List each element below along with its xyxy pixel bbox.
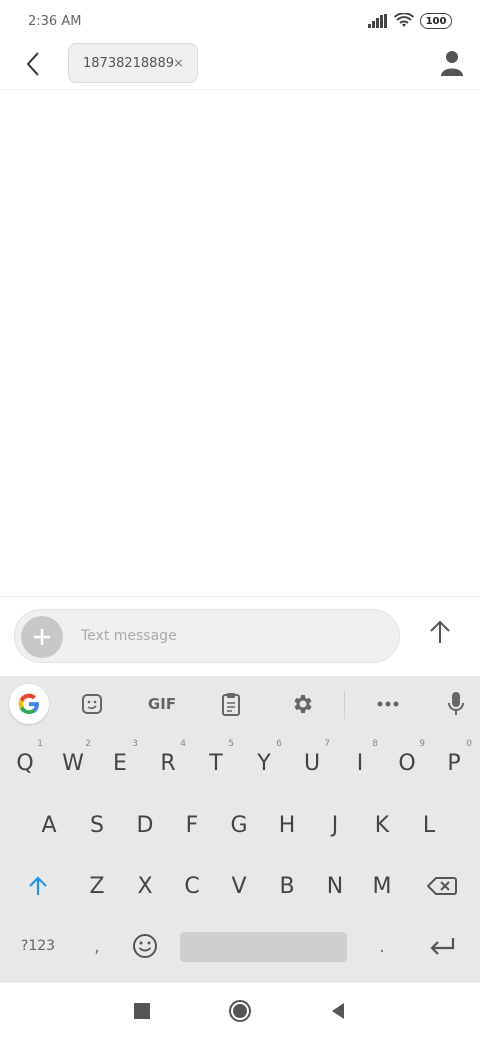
more-horizontal-icon xyxy=(377,701,399,707)
shift-key[interactable] xyxy=(14,856,62,916)
sticker-icon xyxy=(82,694,102,714)
key-n[interactable]: N xyxy=(311,856,359,916)
keyboard-toolbar: GIF xyxy=(0,676,480,732)
recipient-number: 18738218889 xyxy=(83,55,174,71)
settings-button[interactable] xyxy=(282,684,322,724)
contact-person-icon[interactable] xyxy=(440,50,464,76)
enter-return-icon xyxy=(430,938,455,955)
numbers-key[interactable]: ?123 xyxy=(14,916,62,976)
recipient-chip[interactable]: 18738218889 xyxy=(68,43,198,83)
status-bar: 2:36 AM 100 xyxy=(0,0,480,42)
google-g-icon xyxy=(18,693,39,714)
period-key[interactable]: . xyxy=(358,916,406,976)
key-k[interactable]: K xyxy=(358,795,406,855)
key-m[interactable]: M xyxy=(358,856,406,916)
clipboard-button[interactable] xyxy=(211,684,251,724)
key-t[interactable]: T5 xyxy=(192,733,240,793)
google-button[interactable] xyxy=(9,684,49,724)
key-i[interactable]: I8 xyxy=(336,733,384,793)
message-input[interactable]: Text message xyxy=(14,609,400,663)
key-q[interactable]: Q1 xyxy=(1,733,49,793)
key-c[interactable]: C xyxy=(168,856,216,916)
key-a[interactable]: A xyxy=(25,795,73,855)
key-s[interactable]: S xyxy=(73,795,121,855)
key-u[interactable]: U7 xyxy=(288,733,336,793)
key-b[interactable]: B xyxy=(263,856,311,916)
gear-icon xyxy=(294,695,312,713)
close-icon[interactable] xyxy=(174,56,183,70)
backspace-key[interactable] xyxy=(418,856,466,916)
key-v[interactable]: V xyxy=(215,856,263,916)
key-x[interactable]: X xyxy=(121,856,169,916)
status-icons: 100 xyxy=(368,13,452,29)
space-bar[interactable] xyxy=(180,932,347,962)
home-circle-icon[interactable] xyxy=(228,999,252,1023)
key-z[interactable]: Z xyxy=(73,856,121,916)
keyboard: GIF Q 1 W 2 E 3 R 4 T 5 Y 6 U 7 I 8 O 9 … xyxy=(0,676,480,982)
compose-bar: Text message xyxy=(0,596,480,676)
comma-key[interactable]: , xyxy=(73,916,121,976)
wifi-icon xyxy=(394,13,414,27)
battery-level: 100 xyxy=(425,15,447,27)
back-triangle-icon[interactable] xyxy=(326,999,350,1023)
enter-key[interactable] xyxy=(418,916,466,976)
toolbar-divider xyxy=(344,691,345,719)
key-p[interactable]: P0 xyxy=(430,733,478,793)
plus-icon xyxy=(34,629,50,645)
recents-square-icon[interactable] xyxy=(130,999,154,1023)
key-row-1: Q1 W2 E3 R4 T5 Y6 U7 I8 O9 P0 xyxy=(0,733,480,793)
key-f[interactable]: F xyxy=(168,795,216,855)
key-h[interactable]: H xyxy=(263,795,311,855)
send-arrow-icon[interactable] xyxy=(428,619,452,645)
gif-button[interactable]: GIF xyxy=(140,684,184,724)
voice-input-button[interactable] xyxy=(436,684,476,724)
key-e[interactable]: E3 xyxy=(96,733,144,793)
key-l[interactable]: L xyxy=(405,795,453,855)
system-navigation-bar xyxy=(0,982,480,1041)
key-w[interactable]: W2 xyxy=(49,733,97,793)
conversation-header: 18738218889 xyxy=(0,42,480,90)
status-time: 2:36 AM xyxy=(28,13,82,29)
shift-arrow-icon xyxy=(29,876,47,895)
key-o[interactable]: O9 xyxy=(383,733,431,793)
sticker-button[interactable] xyxy=(72,684,112,724)
emoji-key[interactable] xyxy=(121,916,169,976)
key-j[interactable]: J xyxy=(311,795,359,855)
more-button[interactable] xyxy=(368,684,408,724)
clipboard-icon xyxy=(222,693,240,716)
key-y[interactable]: Y6 xyxy=(240,733,288,793)
key-row-3: Z X C V B N M xyxy=(0,856,480,916)
emoji-smiley-icon xyxy=(133,934,157,958)
message-placeholder: Text message xyxy=(81,628,177,644)
key-d[interactable]: D xyxy=(121,795,169,855)
signal-icon xyxy=(368,14,387,28)
gif-label: GIF xyxy=(147,695,177,713)
battery-icon: 100 xyxy=(420,13,452,29)
key-row-2: A S D F G H J K L xyxy=(0,795,480,855)
add-attachment-button[interactable] xyxy=(21,616,63,658)
backspace-icon xyxy=(427,877,457,895)
back-arrow-icon[interactable] xyxy=(22,50,46,78)
key-r[interactable]: R4 xyxy=(144,733,192,793)
microphone-icon xyxy=(448,692,464,715)
key-g[interactable]: G xyxy=(215,795,263,855)
